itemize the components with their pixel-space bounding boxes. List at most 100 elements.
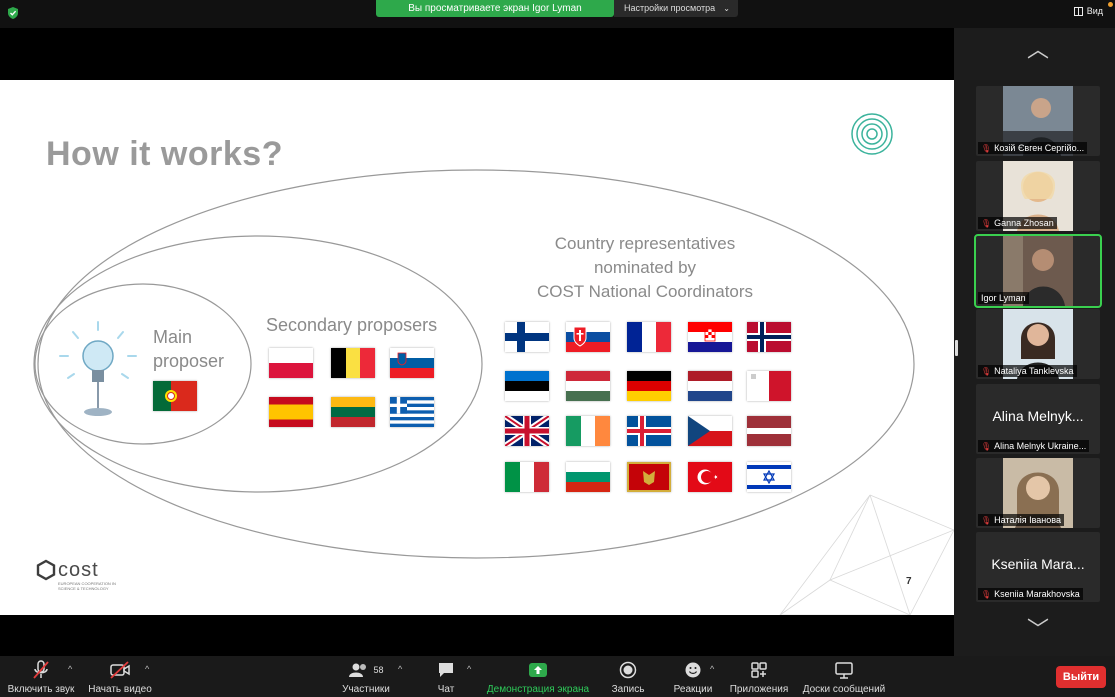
share-screen-button[interactable]: Демонстрация экрана [484, 660, 592, 695]
participant-name-label: 🎙 Alina Melnyk Ukraine... [978, 440, 1090, 452]
view-button-label: Вид [1086, 6, 1103, 16]
main-proposer-line1: Main [153, 327, 193, 347]
flag-spain [269, 397, 313, 427]
participant-display-name: Alina Melnyk... [992, 408, 1084, 424]
mic-muted-icon: 🎙 [981, 218, 992, 228]
shield-check-icon[interactable] [6, 6, 20, 20]
video-tile[interactable]: 🎙 Nataliya Tanklevska [976, 309, 1100, 379]
scroll-down-chevron-icon[interactable]: ﹀ [1024, 619, 1052, 641]
country-representatives-label: Country representatives nominated by COS… [500, 232, 790, 304]
scroll-up-chevron-icon[interactable]: ︿ [1024, 39, 1052, 61]
unmute-button[interactable]: Включить звук [6, 660, 76, 695]
country-reps-line3: COST National Coordinators [536, 282, 754, 301]
participant-name-label: Igor Lyman [978, 292, 1029, 304]
participant-name-label: 🎙 Kseniia Marakhovska [978, 588, 1083, 600]
video-tile-active-speaker[interactable]: Igor Lyman [974, 234, 1102, 308]
participant-name-label: 🎙 Nataliya Tanklevska [978, 365, 1077, 377]
flag-lithuania [331, 397, 375, 427]
view-settings-dropdown[interactable]: Настройки просмотра ⌄ [614, 0, 738, 17]
whiteboards-button[interactable]: Доски сообщений [800, 660, 888, 695]
slide-page-number: 7 [906, 576, 912, 587]
video-tile[interactable]: 🎙 Наталія Іванова [976, 458, 1100, 528]
country-reps-line1: Country representatives [554, 234, 736, 253]
apps-button[interactable]: Приложения [728, 660, 790, 695]
participants-button[interactable]: 58 Участники [336, 660, 396, 695]
main-proposer-line2: proposer [153, 351, 225, 371]
flag-netherlands [688, 371, 732, 401]
participants-label: Участники [342, 684, 390, 695]
main-proposer-label: Main proposer [153, 325, 224, 373]
flag-croatia [688, 322, 732, 352]
screen-share-banner: Вы просматриваете экран Igor Lyman [376, 0, 614, 17]
participant-name: Igor Lyman [981, 293, 1026, 303]
chat-options-caret-icon[interactable]: ^ [467, 664, 471, 674]
chat-bubble-icon [439, 663, 453, 677]
flag-latvia [747, 416, 791, 446]
record-button[interactable]: Запись [606, 660, 650, 695]
record-label: Запись [611, 684, 645, 695]
apps-icon [751, 662, 767, 678]
flag-belgium [331, 348, 375, 378]
mic-muted-icon: 🎙 [981, 143, 992, 153]
video-tile[interactable]: 🎙 Ganna Zhosan [976, 161, 1100, 231]
grid-view-icon [1073, 6, 1083, 16]
cost-logo-text: cost [58, 559, 99, 581]
shared-slide: How it works? Main proposer Secondary pr… [0, 80, 954, 615]
chat-button[interactable]: Чат [426, 660, 466, 695]
flag-portugal [153, 381, 197, 411]
record-icon [619, 661, 637, 679]
video-tile[interactable]: Kseniia Mara... 🎙 Kseniia Marakhovska [976, 532, 1100, 602]
reactions-label: Реакции [673, 684, 713, 695]
flag-poland [269, 348, 313, 378]
flag-greece [390, 397, 434, 427]
flag-slovakia [566, 322, 610, 352]
flag-ireland [566, 416, 610, 446]
microphone-muted-icon [33, 660, 49, 679]
flag-iceland [627, 416, 671, 446]
audio-options-caret-icon[interactable]: ^ [68, 664, 72, 674]
participant-name: Kseniia Marakhovska [994, 589, 1080, 599]
participant-name: Козій Євген Сергійо... [994, 143, 1085, 153]
flag-montenegro [627, 462, 671, 492]
flag-turkey [688, 462, 732, 492]
cost-logo-subtext: EUROPEAN COOPERATION IN SCIENCE & TECHNO… [58, 581, 116, 591]
start-video-button[interactable]: Начать видео [86, 660, 154, 695]
video-camera-off-icon [110, 661, 130, 679]
mic-muted-icon: 🎙 [981, 589, 992, 599]
zoom-window: Вы просматриваете экран Igor Lyman Настр… [0, 0, 1115, 697]
participants-options-caret-icon[interactable]: ^ [398, 664, 402, 674]
mic-muted-icon: 🎙 [981, 366, 992, 376]
apps-label: Приложения [729, 684, 789, 695]
participants-count: 58 [373, 665, 384, 675]
flag-italy [505, 462, 549, 492]
flag-estonia [505, 371, 549, 401]
flag-finland [505, 322, 549, 352]
participant-name-label: 🎙 Наталія Іванова [978, 514, 1064, 526]
resize-handle[interactable] [955, 340, 958, 356]
leave-meeting-button[interactable]: Выйти [1056, 666, 1106, 688]
flag-czechia [688, 416, 732, 446]
video-options-caret-icon[interactable]: ^ [145, 664, 149, 674]
participant-name-label: 🎙 Козій Євген Сергійо... [978, 142, 1088, 154]
video-tile[interactable]: Alina Melnyk... 🎙 Alina Melnyk Ukraine... [976, 384, 1100, 454]
flag-bulgaria [566, 462, 610, 492]
geometric-decoration [779, 494, 954, 615]
flag-slovenia [390, 348, 434, 378]
flag-france [627, 322, 671, 352]
concentric-rings-icon [851, 113, 893, 155]
notification-dot [1108, 2, 1113, 7]
flag-malta [747, 371, 791, 401]
view-button[interactable]: Вид [1073, 6, 1103, 16]
smiley-icon [685, 662, 701, 678]
participant-display-name: Kseniia Mara... [991, 556, 1085, 572]
mic-muted-icon: 🎙 [981, 515, 992, 525]
whiteboards-label: Доски сообщений [802, 684, 886, 695]
share-screen-label: Демонстрация экрана [486, 684, 590, 695]
video-tile[interactable]: 🎙 Козій Євген Сергійо... [976, 86, 1100, 156]
chevron-down-icon: ⌄ [723, 4, 730, 13]
secondary-proposers-label: Secondary proposers [266, 315, 438, 335]
top-bar: Вы просматриваете экран Igor Lyman Настр… [0, 0, 1115, 28]
reactions-options-caret-icon[interactable]: ^ [710, 664, 714, 674]
participant-name: Alina Melnyk Ukraine... [994, 441, 1087, 451]
unmute-label: Включить звук [7, 684, 75, 695]
